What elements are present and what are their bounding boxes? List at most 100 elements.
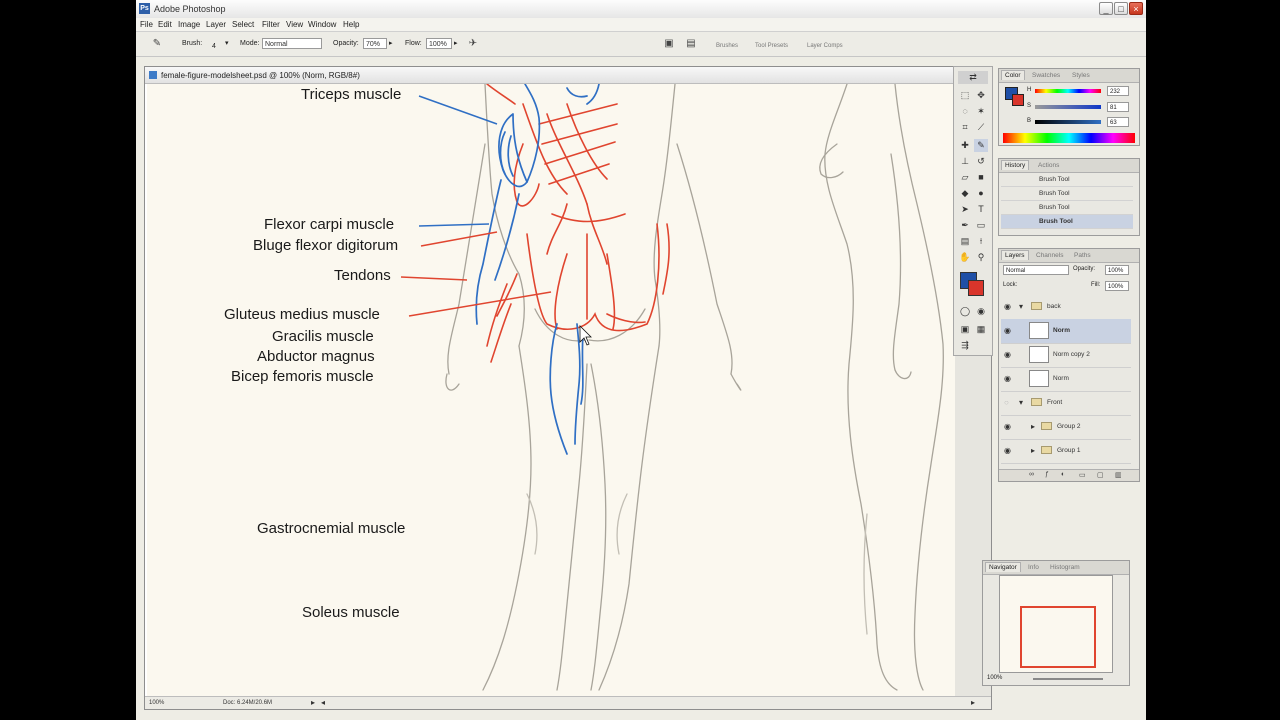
crop-tool-icon[interactable]: ⌗ [958,121,972,134]
maximize-button[interactable]: □ [1114,2,1128,15]
menu-window[interactable]: Window [308,20,336,29]
eye-off-icon[interactable]: ○ [1004,398,1009,407]
trash-icon[interactable]: ▥ [1115,471,1122,479]
eyedropper-tool-icon[interactable]: ⟊ [974,235,988,248]
menu-filter[interactable]: Filter [262,20,280,29]
color-background-swatch[interactable] [1012,94,1024,106]
navigator-zoom[interactable]: 100% [987,675,1002,681]
saturation-field[interactable]: 81 [1107,102,1129,112]
tab-history[interactable]: History [1001,160,1030,170]
eye-icon[interactable]: ◉ [1004,422,1011,431]
brightness-slider[interactable] [1035,120,1101,124]
adjustment-layer-icon[interactable]: ◐ [1061,471,1065,478]
eye-icon[interactable]: ◉ [1004,350,1011,359]
layer-group-back[interactable]: ◉ ▾ back [1001,295,1131,320]
navigator-thumbnail[interactable] [999,575,1113,673]
dodge-tool-icon[interactable]: ● [974,187,988,200]
history-item[interactable]: Brush Tool [1001,187,1133,201]
jump-to-imageready-icon[interactable]: ⇶ [958,339,972,352]
layer-style-icon[interactable]: ƒ [1045,471,1049,478]
document-icon[interactable]: ▤ [684,37,698,51]
tab-styles[interactable]: Styles [1069,71,1093,80]
notes-tool-icon[interactable]: ▤ [958,235,972,248]
menu-view[interactable]: View [286,20,303,29]
minimize-button[interactable]: _ [1099,2,1113,15]
opacity-field[interactable]: 70% [363,38,387,49]
eye-icon[interactable]: ◉ [1004,302,1011,311]
airbrush-icon[interactable]: ✈ [466,37,480,51]
scroll-left-icon[interactable]: ◂ [321,698,325,707]
marquee-tool-icon[interactable]: ⬚ [958,89,972,102]
move-tool-icon[interactable]: ✥ [974,89,988,102]
eye-icon[interactable]: ◉ [1004,374,1011,383]
healing-brush-icon[interactable]: ✚ [958,139,972,152]
fill-field[interactable]: 100% [1105,281,1129,291]
layer-opacity-field[interactable]: 100% [1105,265,1129,275]
flow-field[interactable]: 100% [426,38,452,49]
hue-field[interactable]: 232 [1107,86,1129,96]
background-color-swatch[interactable] [968,280,984,296]
menu-select[interactable]: Select [232,20,254,29]
eye-icon[interactable]: ◉ [1004,326,1011,335]
close-button[interactable]: × [1129,2,1143,15]
tab-channels[interactable]: Channels [1033,251,1066,260]
brush-tool-icon[interactable]: ✎ [974,139,988,152]
chevron-right-icon[interactable]: ▸ [1031,422,1035,431]
layer-norm-copy-2[interactable]: ◉ Norm copy 2 [1001,343,1131,368]
blur-tool-icon[interactable]: ◆ [958,187,972,200]
well-tab-brushes[interactable]: Brushes [716,43,738,49]
quick-mask-on-icon[interactable]: ◉ [974,305,988,318]
brush-preset-icon[interactable]: ✎ [150,37,164,51]
blend-mode-select[interactable]: Normal [1003,265,1069,275]
chevron-right-icon[interactable]: ▸ [1031,446,1035,455]
opacity-slider-icon[interactable]: ▸ [389,39,393,47]
tab-color[interactable]: Color [1001,70,1025,80]
zoom-tool-icon[interactable]: ⚲ [974,251,988,264]
layer-group-front[interactable]: ○ ▾ Front [1001,391,1131,416]
chevron-down-icon[interactable]: ▾ [1019,398,1023,407]
tab-swatches[interactable]: Swatches [1029,71,1063,80]
eye-icon[interactable]: ◉ [1004,446,1011,455]
layer-group-2[interactable]: ◉ ▸ Group 2 [1001,415,1131,440]
tab-navigator[interactable]: Navigator [985,562,1021,572]
menu-edit[interactable]: Edit [158,20,172,29]
history-brush-icon[interactable]: ↺ [974,155,988,168]
tab-info[interactable]: Info [1025,563,1042,572]
screen-mode-icon[interactable]: ▣ [958,323,972,336]
mode-select[interactable]: Normal [262,38,322,49]
history-item[interactable]: Brush Tool [1001,201,1133,215]
tab-paths[interactable]: Paths [1071,251,1094,260]
clone-stamp-icon[interactable]: ⊥ [958,155,972,168]
well-tab-tool-presets[interactable]: Tool Presets [755,43,788,49]
toolbox-header-icon[interactable]: ⇄ [958,71,988,84]
eraser-tool-icon[interactable]: ▱ [958,171,972,184]
file-browser-icon[interactable]: ▣ [662,37,676,51]
chevron-down-icon[interactable]: ▾ [225,39,229,47]
color-ramp[interactable] [1003,133,1135,143]
layer-norm-selected[interactable]: ◉ Norm [1001,319,1131,344]
tab-histogram[interactable]: Histogram [1047,563,1083,572]
lasso-tool-icon[interactable]: ◌ [958,105,972,118]
layer-group-1[interactable]: ◉ ▸ Group 1 [1001,439,1131,464]
brush-size[interactable]: 4 [212,43,216,50]
history-item[interactable]: Brush Tool [1001,173,1133,187]
shape-tool-icon[interactable]: ▭ [974,219,988,232]
menu-help[interactable]: Help [343,20,359,29]
menu-file[interactable]: File [140,20,153,29]
gradient-tool-icon[interactable]: ■ [974,171,988,184]
new-layer-icon[interactable]: ▢ [1097,471,1104,479]
hue-slider[interactable] [1035,89,1101,93]
flow-slider-icon[interactable]: ▸ [454,39,458,47]
path-selection-icon[interactable]: ➤ [958,203,972,216]
link-layers-icon[interactable]: ∞ [1029,471,1034,478]
layer-norm[interactable]: ◉ Norm [1001,367,1131,392]
new-group-icon[interactable]: ▭ [1079,471,1086,479]
tab-layers[interactable]: Layers [1001,250,1029,260]
quick-mask-off-icon[interactable]: ◯ [958,305,972,318]
history-item-current[interactable]: Brush Tool [1001,215,1133,229]
navigator-view-box[interactable] [1020,606,1096,668]
screen-mode-full-icon[interactable]: ▦ [974,323,988,336]
scroll-right-icon[interactable]: ▸ [971,698,975,707]
saturation-slider[interactable] [1035,105,1101,109]
tab-actions[interactable]: Actions [1035,161,1062,170]
